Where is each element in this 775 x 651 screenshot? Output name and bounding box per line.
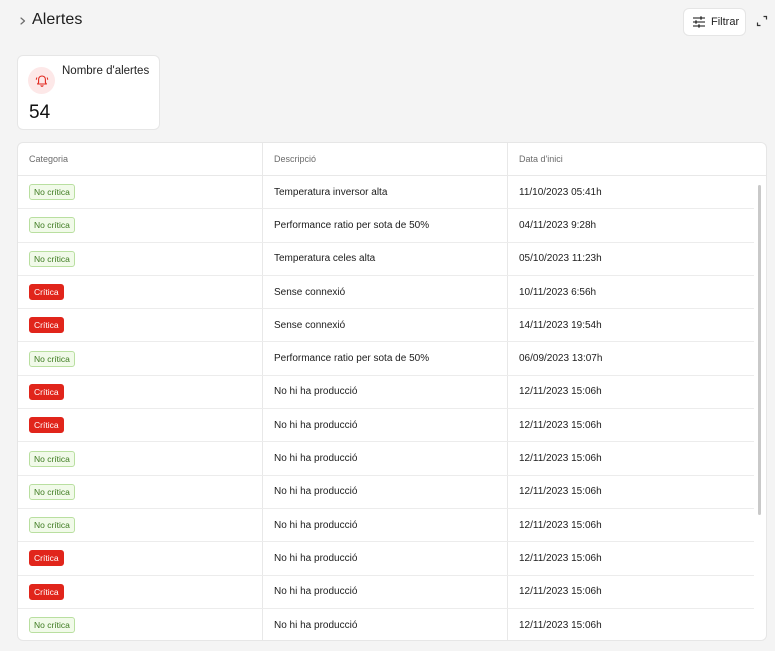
table-row[interactable]: No crítica No hi ha producció 12/11/2023 1… [18,475,754,509]
table-row[interactable]: Crítica Sense connexió 10/11/2023 6:56h [18,275,754,310]
table-row[interactable]: Crítica No hi ha producció 12/11/2023 15:0… [18,375,754,410]
cell-category: Crítica [18,542,263,575]
cell-description: No hi ha producció [263,508,508,542]
cell-start-date: 06/09/2023 13:07h [519,353,603,365]
cell-category: No crítica [18,242,263,275]
sliders-icon [693,16,705,28]
cell-category: No crítica [18,176,263,209]
cell-start-date: 14/11/2023 19:54h [519,319,602,331]
table-row[interactable]: No crítica Performance ratio per sota de … [18,342,754,376]
chevron-right-icon[interactable] [17,14,29,28]
severity-badge: No crítica [29,184,75,201]
expand-icon[interactable] [755,14,769,28]
cell-category: No crítica [18,209,263,242]
severity-badge: No crítica [29,450,75,467]
cell-description: No hi ha producció [263,542,508,575]
alerts-table: Categoria Descripció Data d'inici No crí… [17,142,767,641]
cell-description: No hi ha producció [263,409,508,442]
cell-start-date: 12/11/2023 15:06h [519,586,602,598]
cell-category: No crítica [18,508,263,542]
filter-button-label: Filtrar [711,16,740,28]
cell-category: No crítica [18,475,263,508]
cell-description: Performance ratio per sota de 50% [263,209,508,242]
filter-button[interactable]: Filtrar [683,8,746,36]
cell-start-date: 12/11/2023 15:06h [519,386,602,398]
severity-badge: No crítica [29,250,75,267]
severity-badge: Crítica [29,317,64,334]
column-header-description[interactable]: Descripció [263,143,508,175]
table-row[interactable]: No crítica No hi ha producció 12/11/2023 1… [18,608,754,640]
table-row[interactable]: Crítica No hi ha producció 12/11/2023 15:0… [18,575,754,609]
cell-description: No hi ha producció [263,375,508,409]
alert-count-value: 54 [29,102,51,123]
table-row[interactable]: No crítica Performance ratio per sota de … [18,209,754,243]
cell-description: Sense connexió [263,275,508,309]
alert-count-label: Nombre d'alertes [62,65,150,77]
column-header-start-date[interactable]: Data d'inici [508,143,766,175]
cell-category: No crítica [18,342,263,375]
severity-badge: No crítica [29,483,75,500]
alert-count-card: Nombre d'alertes 54 [17,55,160,130]
cell-start-date: 05/10/2023 11:23h [519,253,602,265]
table-row[interactable]: No crítica No hi ha producció 12/11/2023 1… [18,442,754,476]
cell-start-date: 04/11/2023 9:28h [519,219,597,231]
table-row[interactable]: No crítica Temperatura celes alta 05/10/20… [18,242,754,276]
cell-category: No crítica [18,608,263,640]
table-row[interactable]: Crítica No hi ha producció 12/11/2023 15:0… [18,409,754,443]
cell-category: Crítica [18,309,263,342]
severity-badge: Crítica [29,383,64,400]
column-header-category[interactable]: Categoria [18,143,263,175]
cell-start-date: 10/11/2023 6:56h [519,286,597,298]
cell-description: No hi ha producció [263,575,508,608]
cell-start-date: 11/10/2023 05:41h [519,186,602,198]
cell-start-date: 12/11/2023 15:06h [519,619,602,631]
cell-category: Crítica [18,409,263,442]
table-row[interactable]: Crítica Sense connexió 14/11/2023 19:54h [18,309,754,343]
severity-badge: No crítica [29,217,75,234]
cell-start-date: 12/11/2023 15:06h [519,486,602,498]
cell-category: Crítica [18,375,263,409]
cell-start-date: 12/11/2023 15:06h [519,519,602,531]
severity-badge: Crítica [29,583,64,600]
severity-badge: No crítica [29,617,75,633]
cell-start-date: 12/11/2023 15:06h [519,419,602,431]
table-header: Categoria Descripció Data d'inici [18,143,766,176]
severity-badge: No crítica [29,350,75,367]
severity-badge: Crítica [29,284,64,301]
cell-description: Performance ratio per sota de 50% [263,342,508,375]
table-row[interactable]: No crítica No hi ha producció 12/11/2023 1… [18,508,754,543]
cell-start-date: 12/11/2023 15:06h [519,453,602,465]
severity-badge: Crítica [29,550,64,567]
bell-alert-icon [28,67,55,94]
cell-category: Crítica [18,275,263,309]
severity-badge: Crítica [29,417,64,434]
cell-category: Crítica [18,575,263,608]
cell-description: No hi ha producció [263,608,508,640]
cell-description: Temperatura celes alta [263,242,508,275]
cell-category: No crítica [18,442,263,475]
table-row[interactable]: No crítica Temperatura inversor alta 11/10… [18,176,754,210]
severity-badge: No crítica [29,517,75,534]
page-title: Alertes [32,11,83,28]
table-scrollbar[interactable] [758,185,761,515]
table-body: No crítica Temperatura inversor alta 11/10… [18,176,754,640]
cell-description: No hi ha producció [263,475,508,508]
table-row[interactable]: Crítica No hi ha producció 12/11/2023 15:0… [18,542,754,576]
cell-start-date: 12/11/2023 15:06h [519,552,602,564]
cell-description: No hi ha producció [263,442,508,475]
cell-description: Temperatura inversor alta [263,176,508,209]
page-header: Alertes Filtrar [0,0,775,44]
cell-description: Sense connexió [263,309,508,342]
